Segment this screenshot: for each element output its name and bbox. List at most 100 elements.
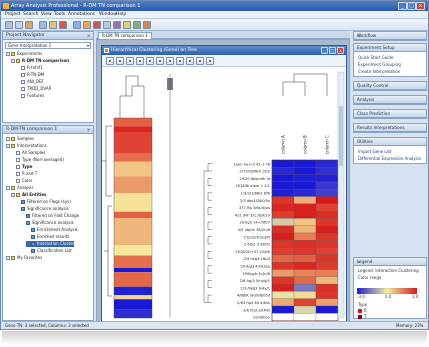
chevron-up-icon[interactable]: ˄ — [357, 139, 424, 144]
heatmap-cell — [315, 254, 339, 263]
chevron-down-icon[interactable]: ˅ — [357, 125, 424, 130]
zoom-mode-icon[interactable] — [116, 57, 124, 65]
heatmap-cell — [293, 291, 317, 299]
workflow-link[interactable]: Import Gene List — [358, 149, 391, 154]
expand-toggle-icon[interactable]: - — [6, 137, 10, 141]
legend-tick-high: 3.0 — [412, 294, 419, 299]
expand-toggle-icon[interactable]: - — [6, 144, 10, 148]
tree-item-label: R-tnfsf1 — [27, 65, 43, 70]
tree-item[interactable]: - Analysis — [6, 185, 33, 191]
chevron-down-icon[interactable]: ˅ — [357, 111, 424, 116]
close-icon[interactable]: × — [86, 127, 91, 132]
tree-item[interactable]: Significance analysis — [21, 220, 74, 226]
chart-minimize-button[interactable]: _ — [321, 47, 328, 54]
limit-icon[interactable] — [156, 57, 164, 65]
tree-item[interactable]: R-tnfsf1 — [16, 65, 43, 71]
pathway-icon[interactable] — [113, 21, 121, 29]
workflow-link[interactable]: Quick Start Guide — [358, 55, 393, 60]
workflow-link[interactable]: Differential Expression Analysis — [358, 156, 421, 161]
expand-toggle-icon[interactable]: - — [6, 52, 10, 56]
zoom-in-icon[interactable] — [126, 57, 134, 65]
tree-item[interactable]: Features — [16, 93, 44, 99]
expand-toggle-icon[interactable]: - — [11, 193, 15, 197]
tree-item[interactable]: Enrichment Analysis — [26, 227, 78, 233]
expand-toggle-icon[interactable]: - — [6, 256, 10, 260]
heatmap-icon[interactable] — [93, 21, 101, 29]
workflow-link[interactable]: Create Interpretation — [358, 69, 400, 74]
script-icon[interactable] — [143, 21, 151, 29]
tree-item[interactable]: TRDD_DVAP — [16, 86, 51, 92]
print-icon[interactable] — [186, 57, 194, 65]
chart-icon[interactable] — [133, 21, 141, 29]
tree-item[interactable]: R and T — [11, 171, 37, 177]
select-mode-icon[interactable] — [106, 57, 114, 65]
tree-item[interactable]: Color — [11, 178, 32, 184]
tree-item[interactable]: All Samples — [11, 150, 45, 156]
cluster-icon[interactable] — [83, 21, 91, 29]
minimize-button[interactable]: _ — [398, 2, 407, 10]
help-icon[interactable] — [206, 57, 214, 65]
heatmap-chart[interactable]: column A column B column C Leon ha+r2 41-1 … — [102, 66, 346, 322]
copy-icon[interactable] — [196, 57, 204, 65]
menu-window[interactable]: Window — [99, 12, 117, 17]
close-icon[interactable]: × — [357, 33, 424, 38]
tree-item[interactable]: Classification List — [26, 248, 72, 254]
tab-comparison[interactable]: R-DM TN comparison 1 — [98, 32, 152, 39]
menu-view[interactable]: View — [41, 12, 52, 17]
tree-item[interactable]: Filtered on Fold Change — [21, 213, 79, 219]
chart-close-button[interactable]: x — [337, 47, 344, 54]
tree-item[interactable]: - My Favorites — [6, 255, 42, 261]
tree-item[interactable]: - R-DM TN comparison — [11, 58, 69, 64]
tree-item[interactable]: Interaction Cluster — [26, 241, 75, 247]
tree-item[interactable]: - Interpretations — [6, 143, 47, 149]
table-icon[interactable] — [103, 21, 111, 29]
expand-toggle-icon[interactable]: - — [6, 186, 10, 190]
zoom-out-icon[interactable] — [136, 57, 144, 65]
close-icon[interactable]: × — [86, 33, 91, 38]
tree-item[interactable]: Type (Non-averaged) — [11, 157, 64, 163]
tree-item[interactable]: - All Entities — [11, 192, 46, 198]
chevron-down-icon[interactable]: ˅ — [357, 97, 424, 102]
tree-item[interactable]: Type — [11, 164, 32, 170]
overview-band — [114, 295, 152, 300]
tree-item[interactable]: Filtered on Flags (sys) — [16, 199, 71, 205]
close-icon[interactable]: × — [357, 259, 424, 264]
menu-annotations[interactable]: Annotations — [68, 12, 95, 17]
import-icon[interactable] — [39, 21, 47, 29]
delete-icon[interactable] — [59, 21, 67, 29]
workflow-section-header[interactable]: Experiment Setup ˄ — [354, 44, 426, 52]
open-icon[interactable] — [15, 21, 23, 29]
workflow-section-header[interactable]: Class Prediction ˅ — [354, 110, 426, 118]
properties-icon[interactable] — [166, 57, 174, 65]
menu-tools[interactable]: Tools — [54, 12, 65, 17]
annotate-icon[interactable] — [123, 21, 131, 29]
chevron-down-icon[interactable]: ˅ — [357, 83, 424, 88]
heatmap-cell — [293, 159, 317, 168]
menu-search[interactable]: Search — [23, 12, 38, 17]
tree-item[interactable]: ANI_DEF — [16, 79, 44, 85]
workflow-section-header[interactable]: Analysis ˅ — [354, 96, 426, 104]
chevron-up-icon[interactable]: ˄ — [357, 45, 424, 50]
workflow-section-header[interactable]: Quality Control ˅ — [354, 82, 426, 90]
fit-icon[interactable] — [146, 57, 154, 65]
project-dropdown[interactable]: Gene Interpretation 1 ▾ — [5, 42, 91, 49]
export-icon[interactable] — [49, 21, 57, 29]
tree-item[interactable]: R-TN-DM — [16, 72, 44, 78]
save-icon[interactable] — [25, 21, 33, 29]
new-project-icon[interactable] — [5, 21, 13, 29]
close-button[interactable]: x — [416, 2, 425, 10]
workflow-link[interactable]: Experiment Grouping — [358, 62, 401, 67]
tree-item[interactable]: - Experiments — [6, 51, 42, 57]
tree-item[interactable]: Enriched results — [26, 234, 69, 240]
workflow-section-header[interactable]: Results Interpretations ˅ — [354, 124, 426, 132]
tree-item[interactable]: - Samples — [6, 136, 34, 142]
chart-maximize-button[interactable]: □ — [329, 47, 336, 54]
menu-help[interactable]: Help — [116, 12, 126, 17]
filter-icon[interactable] — [73, 21, 81, 29]
expand-toggle-icon[interactable]: - — [11, 59, 15, 63]
tree-item[interactable]: Significance analysis — [16, 206, 69, 212]
menu-project[interactable]: Project — [5, 12, 20, 17]
maximize-button[interactable]: □ — [407, 2, 416, 10]
workflow-section-header[interactable]: Utilities ˄ — [354, 138, 426, 146]
export-image-icon[interactable] — [176, 57, 184, 65]
